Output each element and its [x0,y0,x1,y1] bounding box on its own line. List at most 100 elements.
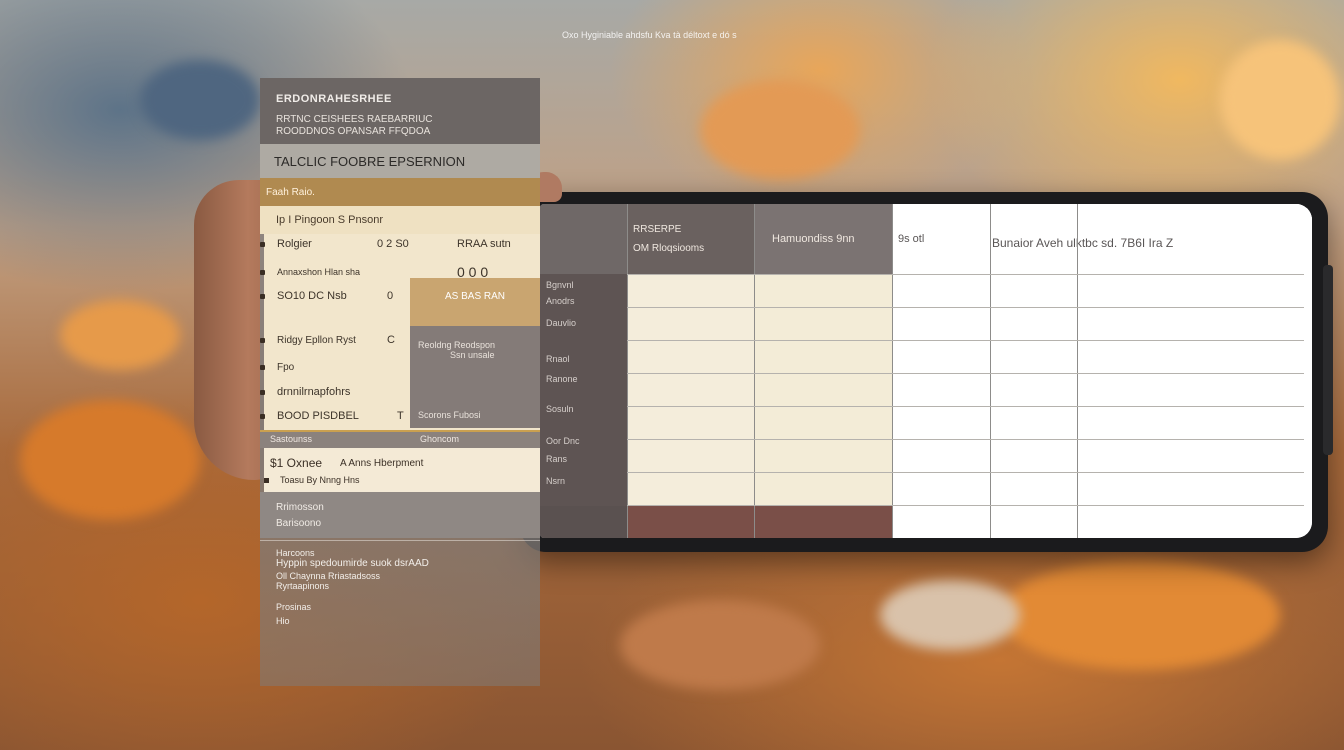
bullet-icon [260,365,265,370]
phone-side-button [1323,265,1333,455]
list-item-label: Rolgier [277,238,312,250]
table-column-5 [1077,204,1312,538]
summary-label: A Anns Hberpment [340,458,424,469]
panel-subtitle-2: ROODDNOS OPANSAR FFQDOA [276,126,431,137]
list-item[interactable]: drnnilrnapfohrs [260,386,350,398]
panel-title: ERDONRAHESRHEE [276,93,392,105]
phone-screen-table: Bgnvnl Anodrs Dauvlio Rnaol Ranone Sosul… [540,204,1312,538]
row-divider [627,274,1304,275]
column-footer [627,506,754,538]
panel-grey-section: Rrimosson Barisoono [260,492,540,538]
table-column-3: 9s otl [892,204,990,538]
row-label: Anodrs [546,296,575,306]
row-label: Rnaol [546,354,570,364]
panel-notes-block: Reoldng Reodspon Ssn unsale Scorons Fubo… [410,326,540,428]
list-item-label: SO10 DC Nsb [277,290,347,302]
leaf-blob [1000,560,1280,670]
column-divider [990,204,991,538]
row-label: Nsrn [546,476,566,486]
bullet-icon [260,413,265,419]
list-item-value: 0 [387,290,394,302]
table-column-0: Bgnvnl Anodrs Dauvlio Rnaol Ranone Sosul… [540,204,627,538]
panel-gold-label: Faah Raio. [260,178,540,206]
panel-summary-row[interactable]: $1 Oxnee A Anns Hberpment Toasu By Nnng … [264,448,540,492]
note-text: Scorons Fubosi [418,410,481,420]
bullet-icon [260,389,265,395]
column-footer [540,506,627,538]
leaf-blob [20,400,200,520]
panel-strip: Sastounss Ghoncom [260,432,540,448]
strip-left-label: Sastounss [270,434,313,444]
list-item-extra: 0 0 0 [457,264,489,280]
list-item[interactable]: BOOD PISDBEL T [260,410,404,422]
list-item[interactable]: Annaxshon Hlan sha 0 0 0 [260,264,488,280]
list-item[interactable]: Ridgy Epllon Ryst C [260,334,395,346]
leaf-blob [140,60,260,140]
column-header-title: Hamuondiss 9nn [772,233,855,245]
row-divider [627,472,1304,473]
overlay-info-panel: ERDONRAHESRHEE RRTNC CEISHEES RAEBARRIUC… [260,78,540,686]
row-label: Ranone [546,374,578,384]
column-divider [754,204,755,538]
list-item[interactable]: SO10 DC Nsb 0 AS BAS RAN [260,290,505,302]
column-header: Hamuondiss 9nn [754,204,892,274]
row-label: Oor Dnc [546,436,580,446]
column-divider [627,204,628,538]
column-footer [754,506,892,538]
row-divider [627,439,1304,440]
list-item-extra: AS BAS RAN [445,290,506,302]
footer-line: Harcoons [276,548,315,558]
table-column-1: RRSERPE OM Rloqsiooms [627,204,754,538]
footer-line: Ryrtaapinons [276,581,330,591]
footer-line: Prosinas [276,602,312,612]
leaf-blob [700,80,860,180]
leaf-blob [620,600,820,690]
bullet-icon [264,478,269,483]
row-divider [627,340,1304,341]
list-item-value: T [397,410,404,422]
grey-label: Rrimosson [276,502,324,513]
footer-line: Hyppin spedoumirde suok dsrAAD [276,558,429,569]
note-text: Ssn unsale [450,350,495,360]
cream-row-label: Ip I Pingoon S Pnsonr [276,214,384,226]
list-item-label: BOOD PISDBEL [277,410,359,422]
row-divider [627,406,1304,407]
column-header: 9s otl [892,204,990,274]
panel-subtitle: RRTNC CEISHEES RAEBARRIUC [276,114,433,125]
column-header-title: 9s otl [898,233,925,245]
list-item-label: drnnilrnapfohrs [277,386,351,398]
leaf-blob [880,580,1020,650]
summary-amount: $1 Oxnee [270,456,323,470]
row-divider [627,505,1304,506]
column-header: RRSERPE OM Rloqsiooms [627,204,754,274]
bullet-icon [260,241,265,247]
leaf-blob [60,300,180,370]
list-item-label: Fpo [277,362,295,373]
note-text: Reoldng Reodspon [418,340,496,350]
row-divider [627,373,1304,374]
row-label: Dauvlio [546,318,577,328]
top-caption: Oxo Hyginiable ahdsfu Kva tà déltoxt e d… [562,30,737,40]
column-divider [1077,204,1078,538]
list-item-value: C [387,334,395,346]
row-label: Rans [546,454,568,464]
footer-line: Oll Chaynna Rriastadsoss [276,571,381,581]
panel-cream-row[interactable]: Ip I Pingoon S Pnsonr [260,206,540,234]
column-header-title: RRSERPE [633,224,682,235]
panel-separator [260,540,540,541]
list-item[interactable]: Fpo [260,362,294,373]
summary-detail: Toasu By Nnng Hns [280,475,360,485]
list-item-extra: RRAA sutn [457,238,511,250]
list-item-label: Annaxshon Hlan sha [277,267,361,277]
panel-header: ERDONRAHESRHEE RRTNC CEISHEES RAEBARRIUC… [260,78,540,144]
panel-accent-block [410,278,540,326]
bullet-icon [260,293,265,299]
list-item[interactable]: Rolgier 0 2 S0 RRAA sutn [260,238,511,250]
table-column-4 [990,204,1077,538]
list-item-value: 0 2 S0 [377,238,409,250]
row-label: Sosuln [546,404,574,414]
table-column-2: Hamuondiss 9nn [754,204,892,538]
grey-label: Barisoono [276,518,322,529]
strip-right-label: Ghoncom [420,434,460,444]
bullet-icon [260,269,265,275]
